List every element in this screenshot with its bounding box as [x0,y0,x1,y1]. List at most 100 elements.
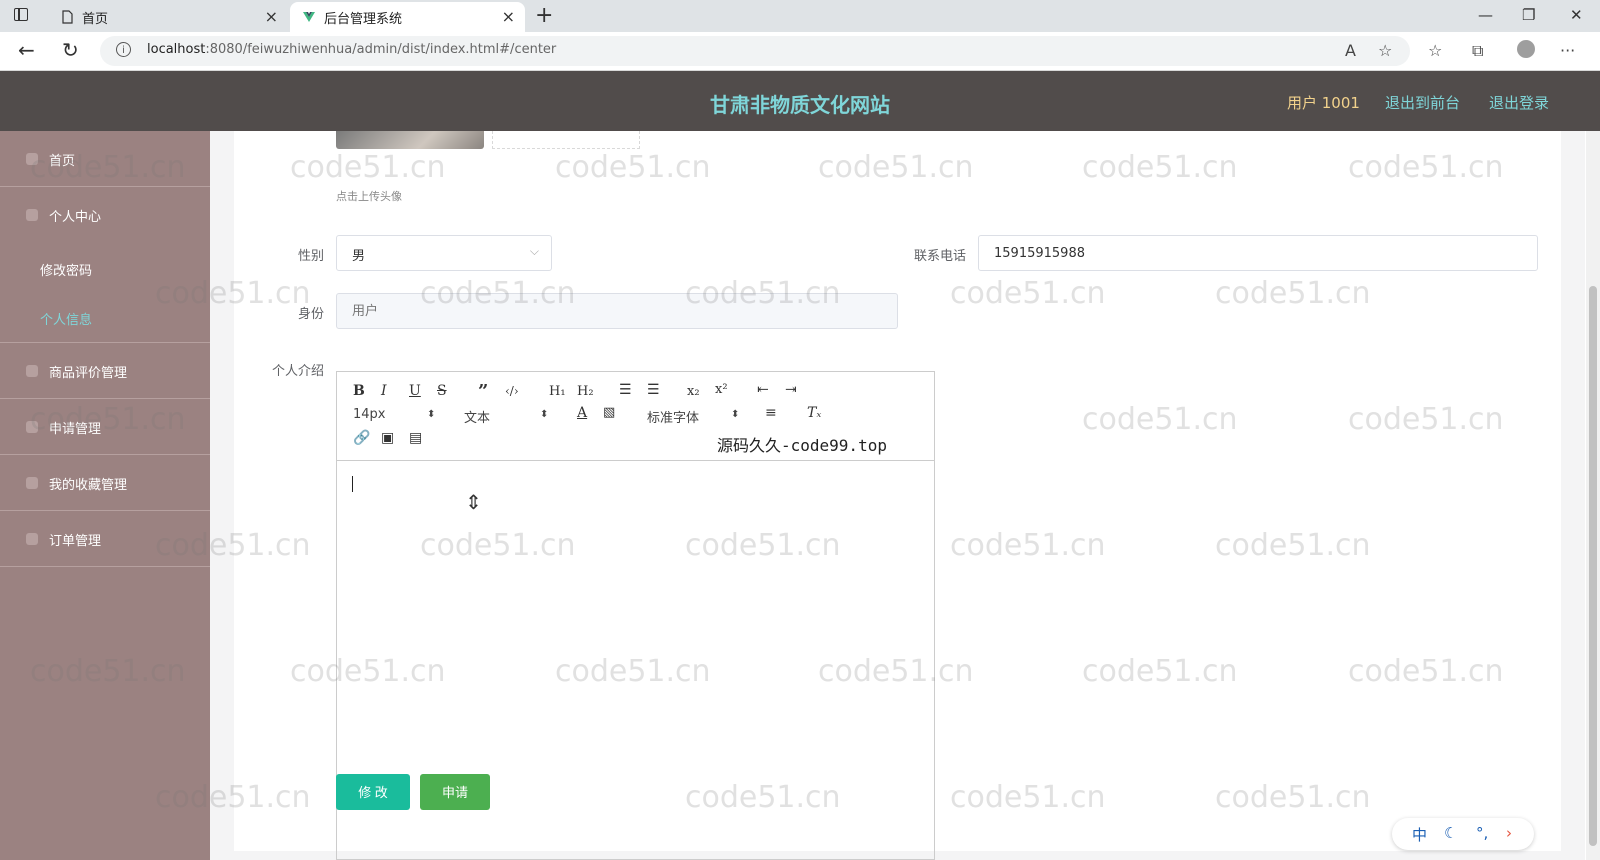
code-block-icon[interactable]: ‹/› [505,384,519,398]
close-icon[interactable]: × [502,7,515,26]
home-icon [26,153,38,165]
block-format-select[interactable]: 文本 ⬍ [464,407,554,426]
select-arrow-icon: ⬍ [731,409,740,420]
tab-label: 后台管理系统 [324,11,403,27]
phone-label: 联系电话 [913,249,966,264]
intro-label: 个人介绍 [271,364,324,379]
chevron-right-icon[interactable]: › [1506,824,1512,842]
ibeam-cursor-icon: ⇕ [465,490,482,514]
app-header: 甘肃非物质文化网站 用户 1001 退出到前台 退出登录 [0,71,1600,131]
address-bar: ← ↻ i localhost:8080/feiwuzhiwenhua/admi… [0,32,1600,71]
close-icon[interactable]: × [265,7,278,26]
back-icon[interactable]: ← [18,38,35,62]
sidebar-item-label: 订单管理 [49,534,102,549]
profile-avatar-icon[interactable] [1517,40,1535,58]
submenu-change-password[interactable]: 修改密码 [40,260,92,279]
exit-to-front-link[interactable]: 退出到前台 [1385,92,1460,113]
source-note: 源码久久-code99.top [717,436,887,455]
link-icon[interactable]: 🔗 [353,430,370,446]
font-family-select[interactable]: 标准字体 ⬍ [647,407,747,426]
phone-input[interactable] [978,235,1538,271]
italic-icon[interactable]: I [381,383,387,399]
ime-mode[interactable]: 中 [1412,824,1427,845]
sidebar-item-home[interactable]: 首页 [0,131,210,187]
browser-tab-home[interactable]: 首页 × [48,2,288,32]
gender-value: 男 [352,249,366,264]
browser-tab-admin[interactable]: 后台管理系统 × [290,2,525,32]
avatar-hint: 点击上传头像 [336,190,402,203]
identity-label: 身份 [297,307,324,322]
read-aloud-icon[interactable]: A [1345,41,1356,60]
vue-logo-icon [303,12,315,22]
application-icon [26,421,38,433]
reload-icon[interactable]: ↻ [62,38,79,62]
restore-icon[interactable]: ❐ [1522,6,1535,24]
outdent-icon[interactable]: ⇤ [757,382,769,398]
heading1-icon[interactable]: H₁ [549,384,566,399]
current-user: 用户 1001 [1287,94,1360,112]
image-icon[interactable]: ▣ [381,430,394,446]
editor-toolbar: B I U S ” ‹/› H₁ H₂ ☰ ☰ x₂ x² ⇤ ⇥ 14px ⬍ … [337,372,934,461]
sidebar-item-personal-center[interactable]: 个人中心 [0,187,210,243]
sidebar-item-order-management[interactable]: 订单管理 [0,511,210,567]
sidebar-item-label: 我的收藏管理 [49,478,128,493]
moon-icon[interactable]: ☾ [1444,824,1457,842]
apply-button[interactable]: 申请 [420,774,490,810]
text-caret [352,476,353,492]
sidebar-item-label: 商品评价管理 [49,366,128,381]
url-field[interactable]: i localhost:8080/feiwuzhiwenhua/admin/di… [100,36,1410,66]
avatar-upload[interactable] [492,131,640,149]
background-color-icon[interactable]: ▧ [603,405,615,420]
site-title: 甘肃非物质文化网站 [710,93,890,117]
sidebar-item-label: 首页 [49,154,76,169]
favorite-icon [26,477,38,489]
scrollbar[interactable] [1586,131,1600,860]
underline-icon[interactable]: U [409,383,421,399]
collections-icon[interactable]: ⧉ [1472,41,1483,61]
video-icon[interactable]: ▤ [409,430,422,446]
tab-label: 首页 [82,11,109,27]
bold-icon[interactable]: B [353,383,365,399]
sidebar-item-application-management[interactable]: 申请管理 [0,399,210,455]
favorites-icon[interactable]: ☆ [1428,41,1442,60]
more-icon[interactable]: ··· [1560,41,1575,60]
gender-label: 性别 [297,249,324,264]
clear-format-icon[interactable]: Tₓ [807,405,821,421]
window-close-icon[interactable]: ✕ [1570,6,1583,24]
indent-icon[interactable]: ⇥ [785,382,797,398]
sidebar-item-label: 申请管理 [49,422,102,437]
tab-actions-icon[interactable] [14,8,28,21]
select-arrow-icon: ⬍ [427,409,436,420]
order-icon [26,533,38,545]
sidebar-item-favorites-management[interactable]: 我的收藏管理 [0,455,210,511]
gender-select[interactable]: 男 ⌵ [336,235,552,271]
strikethrough-icon[interactable]: S [437,383,447,399]
subscript-icon[interactable]: x₂ [687,384,700,399]
avatar-image[interactable] [336,131,484,149]
modify-button[interactable]: 修 改 [336,774,410,810]
heading2-icon[interactable]: H₂ [577,384,594,399]
ordered-list-icon[interactable]: ☰ [619,382,632,398]
add-favorite-icon[interactable]: ☆ [1378,41,1392,60]
sidebar-item-review-management[interactable]: 商品评价管理 [0,343,210,399]
select-arrow-icon: ⬍ [540,409,549,420]
identity-input [336,293,898,329]
superscript-icon[interactable]: x² [715,382,728,397]
font-size-select[interactable]: 14px ⬍ [353,407,443,422]
punctuation-icon[interactable]: °, [1476,824,1488,842]
sidebar: 首页 个人中心 修改密码 个人信息 商品评价管理 申请管理 我的收藏管理 订单管… [0,131,210,860]
sidebar-item-label: 个人中心 [49,210,102,225]
align-icon[interactable]: ≡ [765,405,777,421]
user-icon [26,209,38,221]
logout-link[interactable]: 退出登录 [1489,92,1549,113]
minimize-icon[interactable]: — [1478,6,1493,24]
ime-toolbar: 中 ☾ °, › [1392,818,1534,850]
bullet-list-icon[interactable]: ☰ [647,382,660,398]
new-tab-icon[interactable]: + [535,3,553,28]
url-text: localhost:8080/feiwuzhiwenhua/admin/dist… [147,42,557,57]
submenu-personal-info[interactable]: 个人信息 [40,309,92,328]
info-icon[interactable]: i [116,42,131,57]
blockquote-icon[interactable]: ” [478,381,488,402]
scrollbar-thumb[interactable] [1589,286,1597,846]
text-color-icon[interactable]: A [577,405,587,421]
